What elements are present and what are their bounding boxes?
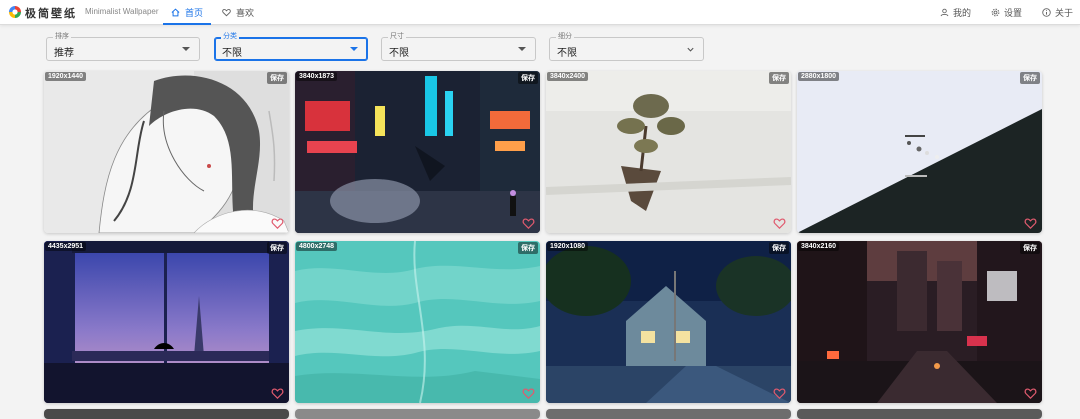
wallpaper-card[interactable]: 4435x2951 保存 <box>44 241 289 403</box>
tab-home-label: 首页 <box>185 8 204 18</box>
caret-down-icon <box>518 47 526 51</box>
tab-home[interactable]: 首页 <box>162 0 212 25</box>
wallpaper-image <box>44 241 289 403</box>
home-icon <box>171 8 180 17</box>
settings-link[interactable]: 设置 <box>991 0 1022 25</box>
save-button[interactable]: 保存 <box>769 72 789 84</box>
tab-favorites[interactable]: 喜欢 <box>222 0 254 25</box>
settings-link-label: 设置 <box>1004 8 1023 18</box>
resolution-badge: 3840x1873 <box>296 72 338 81</box>
brand-subtitle: Minimalist Wallpaper <box>85 7 159 16</box>
sort-select[interactable]: 排序 推荐 <box>46 33 200 61</box>
chevron-down-icon <box>687 47 694 52</box>
wallpaper-image <box>797 241 1042 403</box>
mine-link[interactable]: 我的 <box>940 0 971 25</box>
save-button[interactable]: 保存 <box>769 242 789 254</box>
ratio-select-label: 细分 <box>556 33 574 41</box>
wallpaper-card[interactable]: 1920x1440 保存 <box>44 71 289 233</box>
heart-icon[interactable] <box>773 217 786 230</box>
heart-icon <box>222 8 231 17</box>
resolution-badge: 3840x2400 <box>547 72 589 81</box>
wallpaper-card[interactable]: 4800x2748 保存 <box>295 241 540 403</box>
resolution-badge: 4435x2951 <box>45 242 87 251</box>
caret-down-icon <box>350 47 358 51</box>
sort-select-label: 排序 <box>53 33 71 41</box>
save-button[interactable]: 保存 <box>518 72 538 84</box>
tab-favorites-label: 喜欢 <box>236 8 255 18</box>
size-select-value: 不限 <box>389 48 409 59</box>
mine-link-label: 我的 <box>953 8 972 18</box>
heart-icon[interactable] <box>522 217 535 230</box>
app-logo <box>9 6 21 18</box>
size-select-label: 尺寸 <box>388 33 406 41</box>
resolution-badge: 1920x1440 <box>45 72 87 81</box>
heart-icon[interactable] <box>271 217 284 230</box>
resolution-badge: 3840x2160 <box>798 242 840 251</box>
heart-icon[interactable] <box>522 387 535 400</box>
app-header: 极简壁纸 Minimalist Wallpaper 首页 喜欢 我的 设置 关于 <box>0 0 1080 25</box>
resolution-badge: 1920x1080 <box>547 242 589 251</box>
category-select-value: 不限 <box>222 48 242 59</box>
user-icon <box>940 8 949 17</box>
save-button[interactable]: 保存 <box>1020 242 1040 254</box>
wallpaper-image <box>295 241 540 403</box>
category-select-label: 分类 <box>221 33 239 41</box>
category-select[interactable]: 分类 不限 <box>214 33 368 61</box>
info-icon <box>1042 8 1051 17</box>
wallpaper-card[interactable]: 3840x2400 保存 <box>546 71 791 233</box>
wallpaper-image <box>546 241 791 403</box>
wallpaper-card[interactable]: 3840x1873 保存 <box>295 71 540 233</box>
resolution-badge: 4800x2748 <box>296 242 338 251</box>
sort-select-value: 推荐 <box>54 48 74 59</box>
heart-icon[interactable] <box>773 387 786 400</box>
size-select[interactable]: 尺寸 不限 <box>381 33 536 61</box>
about-link-label: 关于 <box>1055 8 1074 18</box>
wallpaper-image <box>44 71 289 233</box>
wallpaper-card[interactable]: 3840x2160 保存 <box>797 241 1042 403</box>
heart-icon[interactable] <box>271 387 284 400</box>
wallpaper-image <box>797 71 1042 233</box>
ratio-select-value: 不限 <box>557 48 577 59</box>
wallpaper-card[interactable]: 1920x1080 保存 <box>546 241 791 403</box>
save-button[interactable]: 保存 <box>267 242 287 254</box>
heart-icon[interactable] <box>1024 217 1037 230</box>
resolution-badge: 2880x1800 <box>798 72 840 81</box>
wallpaper-card[interactable]: 2880x1800 保存 <box>797 71 1042 233</box>
wallpaper-image <box>546 71 791 233</box>
save-button[interactable]: 保存 <box>518 242 538 254</box>
save-button[interactable]: 保存 <box>1020 72 1040 84</box>
ratio-select[interactable]: 细分 不限 <box>549 33 704 61</box>
brand-name: 极简壁纸 <box>25 8 77 20</box>
save-button[interactable]: 保存 <box>267 72 287 84</box>
wallpaper-image <box>295 71 540 233</box>
caret-down-icon <box>182 47 190 51</box>
gear-icon <box>991 8 1000 17</box>
heart-icon[interactable] <box>1024 387 1037 400</box>
about-link[interactable]: 关于 <box>1042 0 1073 25</box>
